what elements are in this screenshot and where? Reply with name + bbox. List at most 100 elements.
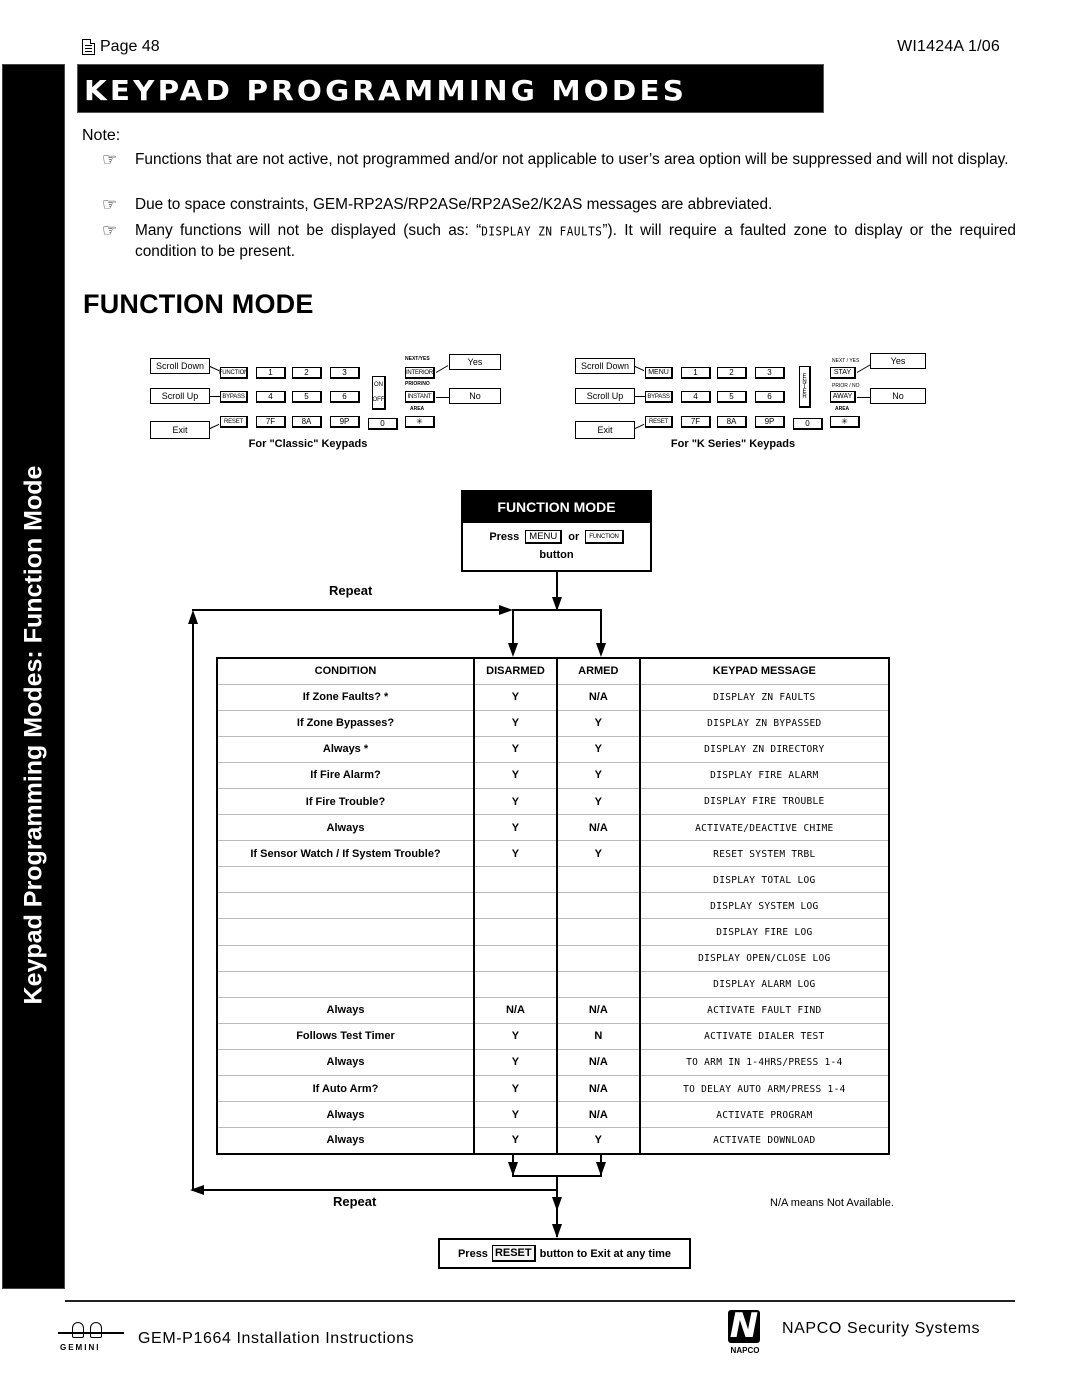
table-header-row: CONDITION DISARMED ARMED KEYPAD MESSAGE [217,658,889,685]
cell-armed: Y [556,840,641,867]
napco-logo-word: NAPCO [730,1346,760,1355]
key-instant[interactable]: INSTANT [405,391,435,403]
on-off-key[interactable]: ON OFF [372,376,386,410]
key-bypass[interactable]: BYPASS [220,391,248,403]
key-0[interactable]: 0 [368,418,398,430]
key-2[interactable]: 2 [292,367,322,379]
key-9[interactable]: 9P [330,416,360,428]
cell-condition: Always [217,1048,476,1076]
prior-no-label: PRIOR / NO [832,383,860,389]
key-6[interactable]: 6 [755,391,785,403]
key-interior[interactable]: INTERIOR [405,367,435,379]
key-4[interactable]: 4 [681,391,711,403]
cell-condition [217,918,476,946]
key-reset[interactable]: RESET [220,416,248,428]
cell-condition: If Sensor Watch / If System Trouble? [217,840,476,867]
key-5[interactable]: 5 [717,391,747,403]
cell-condition: If Fire Alarm? [217,761,476,789]
cell-keypad-message: DISPLAY SYSTEM LOG [639,891,889,920]
callout-scroll-down: Scroll Down [575,358,635,374]
arrow-up-icon [188,610,198,624]
key-2[interactable]: 2 [717,367,747,379]
cell-keypad-message: DISPLAY FIRE LOG [639,917,889,946]
key-enter[interactable]: ENTER [799,366,811,408]
k-series-keypad-diagram: Scroll Down Scroll Up Exit MENU BYPASS R… [573,352,953,462]
repeat-loop-line [192,609,502,611]
cell-disarmed [474,892,558,919]
key-9[interactable]: 9P [755,416,785,428]
table-row: DISPLAY ALARM LOG [217,969,889,998]
key-away[interactable]: AWAY [830,391,856,403]
connector-line [634,423,645,429]
key-7[interactable]: 7F [256,416,286,428]
key-4[interactable]: 4 [256,391,286,403]
column-header-armed: ARMED [556,658,641,685]
key-reset[interactable]: RESET [645,416,673,428]
note-text: Many functions will not be displayed (su… [135,221,1016,262]
menu-key[interactable]: MENU [525,530,563,544]
cell-condition: If Zone Bypasses? [217,709,476,737]
cell-condition: Always [217,1127,476,1154]
table-row: DISPLAY FIRE LOG [217,917,889,946]
cell-armed: N/A [556,1048,641,1076]
k-series-keypad-caption: For "K Series" Keypads [670,438,796,450]
lcd-message-inline: DISPLAY ZN FAULTS [481,224,603,239]
key-6[interactable]: 6 [330,391,360,403]
cell-disarmed: Y [474,840,558,867]
key-1[interactable]: 1 [256,367,286,379]
note-item: ☞ Functions that are not active, not pro… [102,150,1016,170]
key-function[interactable]: FUNCTION [219,367,248,379]
cell-keypad-message: TO ARM IN 1-4HRS/PRESS 1-4 [639,1048,889,1077]
table-row: If Fire Trouble? Y Y DISPLAY FIRE TROUBLE [217,787,889,816]
note-item: ☞ Due to space constraints, GEM-RP2AS/RP… [102,195,1016,215]
table-row: If Auto Arm? Y N/A TO DELAY AUTO ARM/PRESS … [217,1074,889,1103]
cell-condition: If Auto Arm? [217,1074,476,1102]
key-star[interactable]: ✳ [405,416,435,428]
arrow-down-icon [596,1162,606,1176]
reset-key[interactable]: RESET [491,1245,536,1262]
cell-keypad-message: DISPLAY ALARM LOG [639,969,889,998]
flow-line [512,609,602,611]
classic-keypad-caption: For "Classic" Keypads [248,438,368,450]
column-header-condition: CONDITION [217,658,476,685]
area-label: AREA [835,406,850,412]
cell-armed: Y [556,761,641,789]
key-bypass[interactable]: BYPASS [645,391,673,403]
key-8[interactable]: 8A [292,416,322,428]
callout-yes: Yes [449,354,501,370]
cell-armed: N/A [556,683,641,711]
key-7[interactable]: 7F [681,416,711,428]
arrow-left-icon [190,1185,204,1195]
cell-disarmed: Y [474,735,558,763]
key-1[interactable]: 1 [681,367,711,379]
note-item: ☞ Many functions will not be displayed (… [102,221,1016,262]
cell-keypad-message: DISPLAY ZN BYPASSED [639,709,889,737]
repeat-label-bottom: Repeat [333,1194,377,1209]
exit-instruction-box: Press RESET button to Exit at any time [438,1238,691,1269]
gemini-logo-word: GEMINI [60,1343,101,1352]
key-star[interactable]: ✳ [830,416,860,428]
cell-keypad-message: TO DELAY AUTO ARM/PRESS 1-4 [639,1074,889,1103]
callout-exit: Exit [150,421,210,439]
arrow-down-icon [552,1197,562,1211]
cell-disarmed: Y [474,1048,558,1076]
key-3[interactable]: 3 [755,367,785,379]
key-menu[interactable]: MENU [645,367,673,379]
table-row: If Fire Alarm? Y Y DISPLAY FIRE ALARM [217,761,889,790]
cell-condition: Follows Test Timer [217,1022,476,1050]
cell-armed: Y [556,1127,641,1154]
key-0[interactable]: 0 [793,418,823,430]
cell-armed [556,892,641,919]
key-5[interactable]: 5 [292,391,322,403]
function-key[interactable]: FUNCTION [585,530,624,544]
callout-no: No [449,388,501,404]
key-3[interactable]: 3 [330,367,360,379]
press-label: Press [489,531,520,543]
table-row: Always Y Y ACTIVATE DOWNLOAD [217,1126,889,1155]
cell-disarmed: Y [474,1127,558,1154]
cell-condition [217,944,476,972]
note-text: Functions that are not active, not progr… [135,151,1009,168]
cell-keypad-message: ACTIVATE DOWNLOAD [639,1126,889,1155]
key-stay[interactable]: STAY [830,367,856,379]
key-8[interactable]: 8A [717,416,747,428]
